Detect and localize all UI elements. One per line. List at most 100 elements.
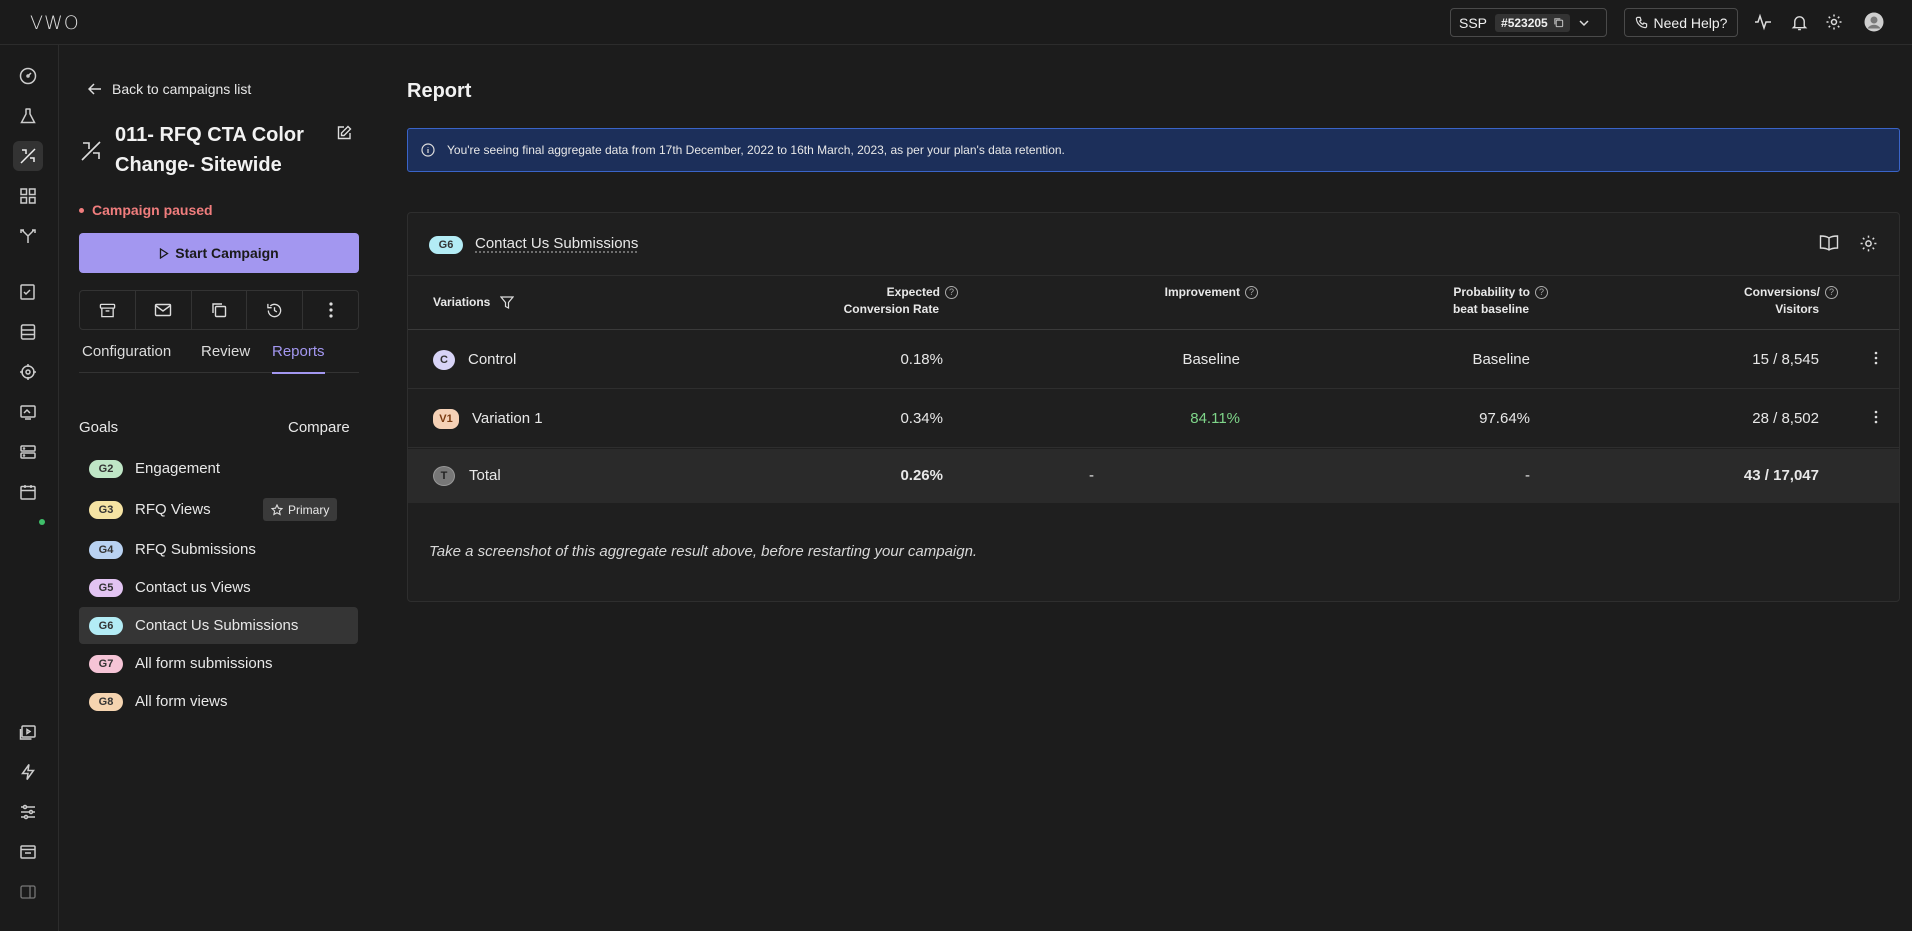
data-retention-banner: You're seeing final aggregate data from … <box>407 128 1900 172</box>
account-name: SSP <box>1459 14 1488 31</box>
split-icon[interactable] <box>13 221 43 251</box>
column-variations: Variations <box>433 294 515 311</box>
email-button[interactable] <box>136 291 192 329</box>
copy-icon[interactable] <box>1553 17 1564 28</box>
goal-title[interactable]: Contact Us Submissions <box>475 235 638 252</box>
heatmap-icon[interactable] <box>13 397 43 427</box>
testing-icon[interactable] <box>13 141 43 171</box>
tab-reports[interactable]: Reports <box>272 343 325 374</box>
help-icon[interactable]: ? <box>945 286 958 300</box>
status-label: Campaign paused <box>92 202 213 218</box>
gear-icon[interactable] <box>1859 234 1878 256</box>
left-nav-rail <box>0 45 59 931</box>
bolt-icon[interactable] <box>13 757 43 787</box>
filter-icon[interactable] <box>500 296 515 309</box>
tab-review[interactable]: Review <box>201 343 250 368</box>
more-options-button[interactable] <box>303 291 358 329</box>
grid-icon[interactable] <box>13 181 43 211</box>
play-icon <box>160 247 169 259</box>
campaign-tabs: Configuration Review Reports <box>79 343 359 374</box>
target-icon[interactable] <box>13 357 43 387</box>
phone-icon <box>1635 16 1647 29</box>
tab-configuration[interactable]: Configuration <box>82 343 171 368</box>
more-vertical-icon <box>328 302 333 318</box>
archive-button[interactable] <box>80 291 136 329</box>
history-icon <box>267 303 282 317</box>
card-header: G6 Contact Us Submissions <box>408 213 1899 276</box>
goal-name: All form submissions <box>135 655 273 672</box>
goal-item[interactable]: G3 RFQ Views Primary <box>79 491 358 528</box>
goal-item[interactable]: G2 Engagement <box>79 450 358 487</box>
collapse-sidebar-icon[interactable] <box>13 877 43 907</box>
compare-button[interactable]: Compare <box>288 419 350 436</box>
chevron-down-icon[interactable] <box>1578 17 1590 29</box>
column-label: Visitors <box>1775 302 1819 316</box>
form-check-icon[interactable] <box>13 277 43 307</box>
calendar-icon[interactable] <box>13 477 43 507</box>
variation-name: Total <box>469 467 501 484</box>
improvement-value: Baseline <box>1182 351 1240 368</box>
server-icon[interactable] <box>13 437 43 467</box>
flask-icon[interactable] <box>13 101 43 131</box>
conversions-visitors: 28 / 8,502 <box>1752 410 1819 427</box>
video-icon[interactable] <box>13 717 43 747</box>
conversion-rate: 0.18% <box>900 351 943 368</box>
variation-tag: C <box>433 350 455 370</box>
help-icon[interactable]: ? <box>1535 286 1548 300</box>
sliders-icon[interactable] <box>13 797 43 827</box>
database-icon[interactable] <box>13 317 43 347</box>
goal-tag: G7 <box>89 654 123 673</box>
table-header: Variations Expected? Conversion Rate Imp… <box>408 276 1899 330</box>
need-help-button[interactable]: Need Help? <box>1624 8 1738 37</box>
probability-value: 97.64% <box>1479 410 1530 427</box>
goal-item-selected[interactable]: G6 Contact Us Submissions <box>79 607 358 644</box>
campaign-actions <box>79 290 359 330</box>
goal-name: All form views <box>135 693 228 710</box>
column-expected-conversion-rate: Expected? Conversion Rate <box>828 284 958 318</box>
campaign-sidebar: Back to campaigns list 011- RFQ CTA Colo… <box>59 45 379 931</box>
variation-tag: T <box>433 466 455 486</box>
activity-icon[interactable] <box>1753 12 1773 32</box>
goal-item[interactable]: G8 All form views <box>79 683 358 720</box>
notification-dot <box>39 519 45 525</box>
goals-heading: Goals <box>79 419 119 436</box>
help-icon[interactable]: ? <box>1245 286 1258 300</box>
table-row-total: T Total 0.26% - - 43 / 17,047 <box>408 449 1899 503</box>
goal-tag: G2 <box>89 459 123 478</box>
column-label: Variations <box>433 295 491 309</box>
help-icon[interactable]: ? <box>1825 286 1838 300</box>
table-row: C Control 0.18% Baseline Baseline 15 / 8… <box>408 331 1899 389</box>
campaign-status: Campaign paused <box>79 202 213 218</box>
column-label: Expected <box>886 285 940 299</box>
goal-item[interactable]: G7 All form submissions <box>79 645 358 682</box>
arrow-left-icon <box>88 83 101 95</box>
back-to-campaigns-link[interactable]: Back to campaigns list <box>88 81 251 97</box>
browser-icon[interactable] <box>13 837 43 867</box>
goal-item[interactable]: G5 Contact us Views <box>79 569 358 606</box>
variation-tag: V1 <box>433 409 459 429</box>
user-avatar-icon[interactable] <box>1864 12 1884 32</box>
column-label: Conversions/ <box>1743 285 1820 299</box>
row-more-icon[interactable] <box>1874 410 1878 427</box>
bell-icon[interactable] <box>1789 12 1809 32</box>
edit-icon[interactable] <box>336 125 352 144</box>
start-campaign-button[interactable]: Start Campaign <box>79 233 359 273</box>
account-switcher[interactable]: SSP #523205 <box>1450 8 1607 37</box>
column-improvement: Improvement? <box>1128 284 1258 301</box>
goal-name: Contact Us Submissions <box>135 617 299 634</box>
vwo-logo[interactable]: VWO <box>30 12 80 34</box>
goal-item[interactable]: G4 RFQ Submissions <box>79 531 358 568</box>
gear-icon[interactable] <box>1824 12 1844 32</box>
status-dot <box>79 207 84 213</box>
dashboard-icon[interactable] <box>13 61 43 91</box>
table-row: V1 Variation 1 0.34% 84.11% 97.64% 28 / … <box>408 390 1899 448</box>
book-icon[interactable] <box>1819 234 1839 255</box>
goal-tag: G3 <box>89 500 123 519</box>
duplicate-button[interactable] <box>192 291 248 329</box>
variation-name: Variation 1 <box>472 410 543 427</box>
row-more-icon[interactable] <box>1874 351 1878 368</box>
column-probability: Probability to? beat baseline <box>1418 284 1548 318</box>
goal-report-card: G6 Contact Us Submissions Variations Exp… <box>407 212 1900 602</box>
top-bar: VWO SSP #523205 Need Help? <box>0 0 1912 45</box>
history-button[interactable] <box>247 291 304 329</box>
